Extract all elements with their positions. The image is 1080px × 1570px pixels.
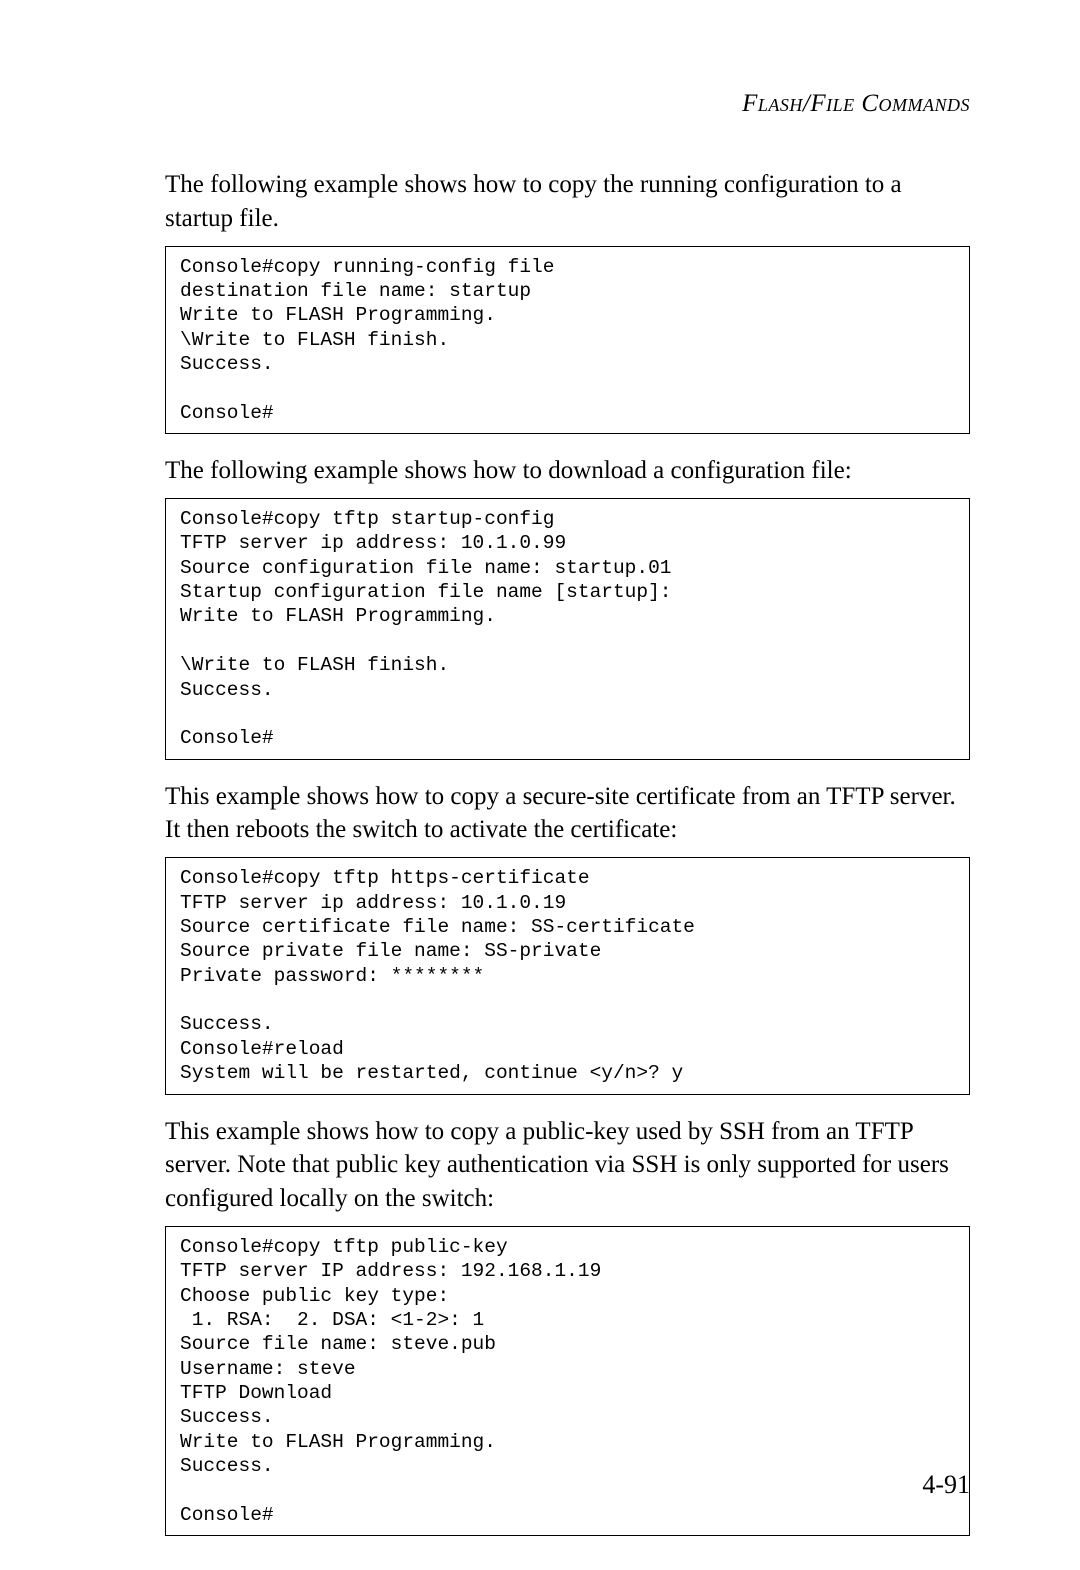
code-block-2: Console#copy tftp startup-config TFTP se…: [165, 498, 970, 760]
code-block-3: Console#copy tftp https-certificate TFTP…: [165, 857, 970, 1094]
code-block-4: Console#copy tftp public-key TFTP server…: [165, 1226, 970, 1537]
section-header: Flash/File Commands: [165, 90, 970, 118]
paragraph-4: This example shows how to copy a public-…: [165, 1115, 970, 1216]
code-block-1: Console#copy running-config file destina…: [165, 246, 970, 435]
paragraph-1: The following example shows how to copy …: [165, 168, 970, 236]
page: Flash/File Commands The following exampl…: [0, 0, 1080, 1570]
page-number: 4-91: [922, 1470, 970, 1500]
paragraph-3: This example shows how to copy a secure-…: [165, 780, 970, 848]
paragraph-2: The following example shows how to downl…: [165, 454, 970, 488]
